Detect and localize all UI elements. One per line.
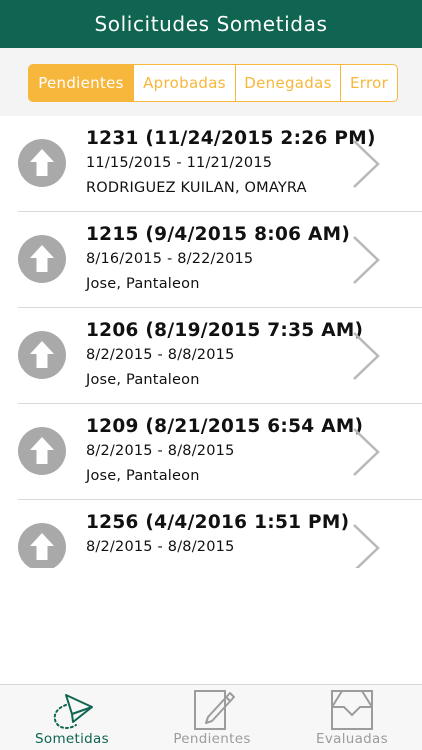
- request-row[interactable]: 1209 (8/21/2015 6:54 AM) 8/2/2015 - 8/8/…: [0, 404, 422, 500]
- request-date-range: 8/2/2015 - 8/8/2015: [86, 443, 235, 459]
- segment-aprobadas[interactable]: Aprobadas: [134, 65, 236, 101]
- arrow-up-icon: [18, 523, 66, 568]
- request-date-range: 11/15/2015 - 11/21/2015: [86, 155, 273, 171]
- chevron-right-icon: [353, 332, 380, 380]
- segment-denegadas[interactable]: Denegadas: [236, 65, 341, 101]
- request-row[interactable]: 1206 (8/19/2015 7:35 AM) 8/2/2015 - 8/8/…: [0, 308, 422, 404]
- arrow-up-icon: [18, 427, 66, 475]
- tab-label: Evaluadas: [316, 731, 388, 747]
- tab-bar: Sometidas Pendientes Evaluadas: [0, 684, 422, 750]
- tab-evaluadas[interactable]: Evaluadas: [282, 685, 422, 750]
- chevron-right-icon: [353, 524, 380, 568]
- request-employee-name: Jose, Pantaleon: [86, 276, 200, 292]
- page-title: Solicitudes Sometidas: [94, 12, 328, 36]
- request-row[interactable]: 1231 (11/24/2015 2:26 PM) 11/15/2015 - 1…: [0, 116, 422, 212]
- request-date-range: 8/16/2015 - 8/22/2015: [86, 251, 254, 267]
- request-employee-name: Jose, Pantaleon: [86, 468, 200, 484]
- request-title: 1209 (8/21/2015 6:54 AM): [86, 416, 364, 437]
- request-list[interactable]: 1231 (11/24/2015 2:26 PM) 11/15/2015 - 1…: [0, 116, 422, 568]
- tab-pendientes[interactable]: Pendientes: [142, 685, 282, 750]
- paper-plane-icon: [53, 694, 93, 729]
- arrow-up-icon: [18, 235, 66, 283]
- request-row[interactable]: 1256 (4/4/2016 1:51 PM) 8/2/2015 - 8/8/2…: [0, 500, 422, 568]
- tab-label: Sometidas: [35, 731, 109, 747]
- tab-sometidas[interactable]: Sometidas: [2, 685, 142, 750]
- arrow-up-icon: [18, 139, 66, 187]
- chevron-right-icon: [353, 140, 380, 188]
- request-title: 1256 (4/4/2016 1:51 PM): [86, 512, 350, 533]
- request-date-range: 8/2/2015 - 8/8/2015: [86, 347, 235, 363]
- filter-bar: Pendientes Aprobadas Denegadas Error: [0, 48, 422, 116]
- chevron-right-icon: [353, 428, 380, 476]
- tray-icon: [331, 690, 373, 730]
- segment-pendientes[interactable]: Pendientes: [29, 65, 134, 101]
- request-row[interactable]: 1215 (9/4/2015 8:06 AM) 8/16/2015 - 8/22…: [0, 212, 422, 308]
- request-title: 1206 (8/19/2015 7:35 AM): [86, 320, 364, 341]
- request-title: 1215 (9/4/2015 8:06 AM): [86, 224, 351, 245]
- request-employee-name: Jose, Pantaleon: [86, 372, 200, 388]
- navigation-bar: Solicitudes Sometidas: [0, 0, 422, 48]
- tab-label: Pendientes: [173, 731, 251, 747]
- pencil-paper-icon: [194, 690, 235, 730]
- status-segmented-control: Pendientes Aprobadas Denegadas Error: [28, 64, 398, 102]
- chevron-right-icon: [353, 236, 380, 284]
- arrow-up-icon: [18, 331, 66, 379]
- request-employee-name: RODRIGUEZ KUILAN, OMAYRA: [86, 180, 307, 196]
- request-date-range: 8/2/2015 - 8/8/2015: [86, 539, 235, 555]
- segment-error[interactable]: Error: [341, 65, 397, 101]
- request-title: 1231 (11/24/2015 2:26 PM): [86, 128, 376, 149]
